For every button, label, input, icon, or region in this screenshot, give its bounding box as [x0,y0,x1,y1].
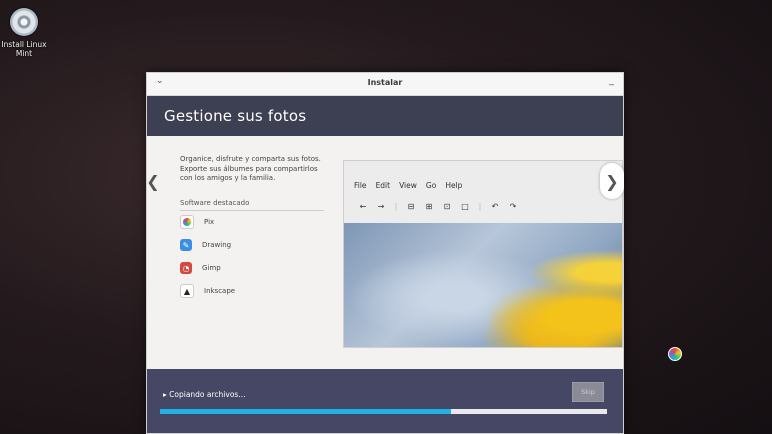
desktop-icon-label: Install Linux Mint [1,40,47,58]
description-line: con los amigos y la familia. [180,174,276,182]
preview-menu-item: File [354,181,367,190]
description-line: Organice, disfrute y comparta sus fotos. [180,155,321,163]
software-label: Drawing [202,241,232,249]
window-title: Instalar [367,78,403,87]
preview-menu-item: Go [425,181,437,190]
slide-header: Gestione sus fotos [147,96,623,136]
previous-slide-button[interactable]: ❮ [145,163,161,199]
preview-menu-item: View [399,181,417,190]
slide-content: Organice, disfrute y comparta sus fotos.… [147,136,623,368]
slide-description: Organice, disfrute y comparta sus fotos.… [180,155,330,184]
titlebar: ⌄ Instalar _ [147,73,623,96]
slide-heading: Gestione sus fotos [164,107,307,125]
desktop-icon-install-mint[interactable]: Install Linux Mint [0,8,48,58]
software-label: Pix [204,218,215,226]
zoom-in-icon: ⊞ [425,202,433,211]
disc-icon [10,8,38,36]
preview-menu-item: Edit [375,181,391,190]
software-label: Gimp [202,264,221,272]
progress-fill [160,409,451,414]
progress-bar [160,409,607,414]
back-arrow-icon: ← [359,202,367,211]
minimize-icon[interactable]: _ [609,75,614,86]
featured-software-title: Software destacado [180,199,324,211]
busy-cursor-icon [668,347,682,361]
installer-window: ⌄ Instalar _ Gestione sus fotos Organice… [146,72,624,434]
software-label: Inkscape [204,287,236,295]
inkscape-icon: ▲ [180,284,194,298]
pix-icon [180,215,194,229]
preview-menu-item: Help [445,181,463,190]
software-item-inkscape: ▲ Inkscape [180,280,330,303]
preview-menubar: File Edit View Go Help [354,181,462,190]
progress-status[interactable]: ▸ Copiando archivos... [163,390,245,399]
software-item-drawing: ✎ Drawing [180,234,330,257]
software-item-pix: Pix [180,211,330,234]
description-line: Exporte sus álbumes para compartirlos [180,164,318,173]
next-slide-button[interactable]: ❯ [600,163,624,199]
forward-arrow-icon: → [377,202,385,211]
rotate-left-icon: ↶ [491,202,499,211]
skip-button[interactable]: Skip [572,382,604,402]
gimp-icon: ◔ [180,262,192,274]
app-preview-screenshot: File Edit View Go Help ← → | ⊟ ⊞ ⊡ □ | ↶… [343,160,623,348]
drawing-icon: ✎ [180,239,192,251]
preview-toolbar: ← → | ⊟ ⊞ ⊡ □ | ↶ ↷ [354,202,522,211]
status-text: Copiando archivos... [169,390,246,399]
software-item-gimp: ◔ Gimp [180,257,330,280]
zoom-fit-icon: ⊡ [443,202,451,211]
progress-footer: ▸ Copiando archivos... Skip [147,369,623,433]
zoom-out-icon: ⊟ [407,202,415,211]
flower-photo [344,223,622,347]
fullscreen-icon: □ [461,202,469,211]
rotate-right-icon: ↷ [509,202,517,211]
